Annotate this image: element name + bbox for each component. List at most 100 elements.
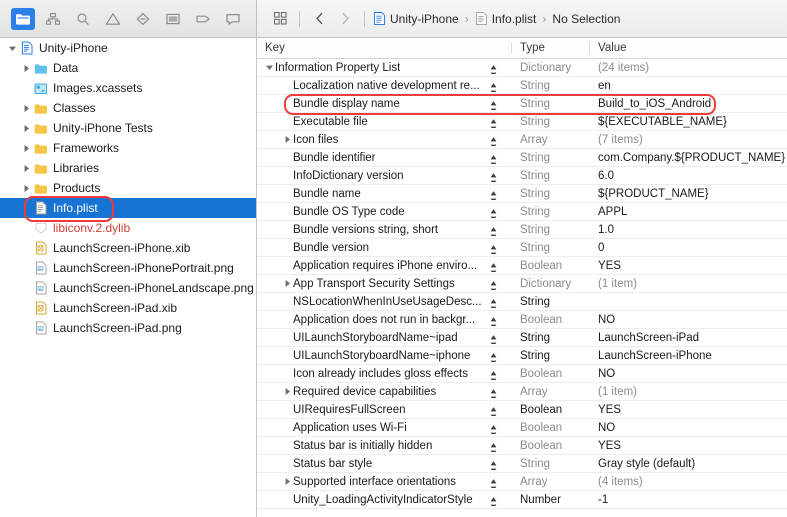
plist-value-cell[interactable]: Gray style (default) <box>590 458 787 470</box>
plist-key-cell[interactable]: UILaunchStoryboardName~iphone <box>257 350 512 362</box>
test-navigator-tab[interactable] <box>131 8 155 30</box>
plist-value-cell[interactable]: 6.0 <box>590 170 787 182</box>
plist-row[interactable]: UILaunchStoryboardName~iphone String Launc… <box>257 347 787 365</box>
plist-type-cell[interactable]: String <box>512 224 590 236</box>
plist-type-cell[interactable]: Boolean <box>512 368 590 380</box>
plist-key-cell[interactable]: Icon files <box>257 134 512 146</box>
plist-type-cell[interactable]: Dictionary <box>512 62 590 74</box>
plist-value-cell[interactable]: LaunchScreen-iPad <box>590 332 787 344</box>
plist-type-cell[interactable]: Boolean <box>512 440 590 452</box>
value-stepper[interactable] <box>489 261 498 272</box>
plist-type-cell[interactable]: Dictionary <box>512 278 590 290</box>
plist-row[interactable]: Bundle identifier String com.Company.${PRO… <box>257 149 787 167</box>
disclosure-triangle-closed-icon[interactable] <box>281 477 293 486</box>
value-stepper[interactable] <box>489 153 498 164</box>
breadcrumb-item-selection[interactable]: No Selection <box>552 12 620 26</box>
plist-value-cell[interactable]: Build_to_iOS_Android <box>590 98 787 110</box>
plist-type-cell[interactable]: Number <box>512 494 590 506</box>
sidebar-item[interactable]: Frameworks <box>0 138 256 158</box>
disclosure-triangle-closed-icon[interactable] <box>20 124 32 133</box>
value-stepper[interactable] <box>489 369 498 380</box>
column-header-type[interactable]: Type <box>512 42 590 54</box>
plist-row[interactable]: NSLocationWhenInUseUsageDesc... String <box>257 293 787 311</box>
disclosure-triangle-open-icon[interactable] <box>263 63 275 72</box>
plist-value-cell[interactable]: YES <box>590 404 787 416</box>
value-stepper[interactable] <box>489 135 498 146</box>
disclosure-triangle-closed-icon[interactable] <box>20 64 32 73</box>
value-stepper[interactable] <box>489 297 498 308</box>
plist-value-cell[interactable]: (24 items) <box>590 62 787 74</box>
plist-row[interactable]: Bundle version String 0 <box>257 239 787 257</box>
value-stepper[interactable] <box>489 387 498 398</box>
plist-value-cell[interactable]: (1 item) <box>590 278 787 290</box>
value-stepper[interactable] <box>489 207 498 218</box>
plist-value-cell[interactable]: (7 items) <box>590 134 787 146</box>
plist-type-cell[interactable]: Boolean <box>512 260 590 272</box>
plist-type-cell[interactable]: String <box>512 350 590 362</box>
find-navigator-tab[interactable] <box>71 8 95 30</box>
value-stepper[interactable] <box>489 441 498 452</box>
report-navigator-tab[interactable] <box>221 8 245 30</box>
value-stepper[interactable] <box>489 243 498 254</box>
plist-value-cell[interactable]: com.Company.${PRODUCT_NAME} <box>590 152 787 164</box>
plist-type-cell[interactable]: Boolean <box>512 404 590 416</box>
disclosure-triangle-closed-icon[interactable] <box>20 144 32 153</box>
plist-type-cell[interactable]: Boolean <box>512 422 590 434</box>
plist-type-cell[interactable]: String <box>512 332 590 344</box>
plist-row[interactable]: InfoDictionary version String 6.0 <box>257 167 787 185</box>
sidebar-item[interactable]: LaunchScreen-iPad.png <box>0 318 256 338</box>
plist-value-cell[interactable]: 0 <box>590 242 787 254</box>
value-stepper[interactable] <box>489 495 498 506</box>
plist-key-cell[interactable]: Localization native development re... <box>257 80 512 92</box>
plist-key-cell[interactable]: Bundle identifier <box>257 152 512 164</box>
value-stepper[interactable] <box>489 171 498 182</box>
plist-row[interactable]: Unity_LoadingActivityIndicatorStyle Numbe… <box>257 491 787 509</box>
plist-key-cell[interactable]: Application uses Wi-Fi <box>257 422 512 434</box>
value-stepper[interactable] <box>489 477 498 488</box>
plist-type-cell[interactable]: String <box>512 98 590 110</box>
plist-value-cell[interactable]: YES <box>590 440 787 452</box>
sidebar-item[interactable]: Products <box>0 178 256 198</box>
plist-type-cell[interactable]: Boolean <box>512 314 590 326</box>
plist-key-cell[interactable]: Bundle name <box>257 188 512 200</box>
sidebar-item[interactable]: LaunchScreen-iPad.xib <box>0 298 256 318</box>
plist-key-cell[interactable]: InfoDictionary version <box>257 170 512 182</box>
sidebar-item[interactable]: Unity-iPhone <box>0 38 256 58</box>
plist-type-cell[interactable]: String <box>512 152 590 164</box>
plist-key-cell[interactable]: Executable file <box>257 116 512 128</box>
project-navigator-tab[interactable] <box>11 7 35 30</box>
sidebar-item[interactable]: LaunchScreen-iPhone.xib <box>0 238 256 258</box>
plist-type-cell[interactable]: String <box>512 458 590 470</box>
plist-row[interactable]: Bundle versions string, short String 1.0 <box>257 221 787 239</box>
plist-row[interactable]: Bundle name String ${PRODUCT_NAME} <box>257 185 787 203</box>
plist-value-cell[interactable]: LaunchScreen-iPhone <box>590 350 787 362</box>
issue-navigator-tab[interactable] <box>101 8 125 30</box>
value-stepper[interactable] <box>489 189 498 200</box>
plist-type-cell[interactable]: Array <box>512 476 590 488</box>
plist-key-cell[interactable]: Icon already includes gloss effects <box>257 368 512 380</box>
plist-type-cell[interactable]: String <box>512 242 590 254</box>
value-stepper[interactable] <box>489 315 498 326</box>
plist-value-cell[interactable]: NO <box>590 314 787 326</box>
sidebar-item[interactable]: Unity-iPhone Tests <box>0 118 256 138</box>
plist-key-cell[interactable]: Status bar style <box>257 458 512 470</box>
sidebar-item[interactable]: LaunchScreen-iPhoneLandscape.png <box>0 278 256 298</box>
disclosure-triangle-closed-icon[interactable] <box>281 279 293 288</box>
plist-key-cell[interactable]: Information Property List <box>257 62 512 74</box>
back-button[interactable] <box>306 7 332 31</box>
plist-row[interactable]: Application does not run in backgr... Boo… <box>257 311 787 329</box>
plist-key-cell[interactable]: NSLocationWhenInUseUsageDesc... <box>257 296 512 308</box>
value-stepper[interactable] <box>489 225 498 236</box>
sidebar-item[interactable]: Classes <box>0 98 256 118</box>
plist-value-cell[interactable]: NO <box>590 422 787 434</box>
plist-row[interactable]: App Transport Security Settings Dictionar… <box>257 275 787 293</box>
plist-row[interactable]: Icon already includes gloss effects Boole… <box>257 365 787 383</box>
plist-value-cell[interactable]: ${EXECUTABLE_NAME} <box>590 116 787 128</box>
plist-key-cell[interactable]: App Transport Security Settings <box>257 278 512 290</box>
symbol-navigator-tab[interactable] <box>41 8 65 30</box>
plist-value-cell[interactable]: NO <box>590 368 787 380</box>
plist-row[interactable]: Required device capabilities Array (1 item… <box>257 383 787 401</box>
sidebar-item[interactable]: Data <box>0 58 256 78</box>
plist-value-cell[interactable]: APPL <box>590 206 787 218</box>
plist-type-cell[interactable]: String <box>512 188 590 200</box>
